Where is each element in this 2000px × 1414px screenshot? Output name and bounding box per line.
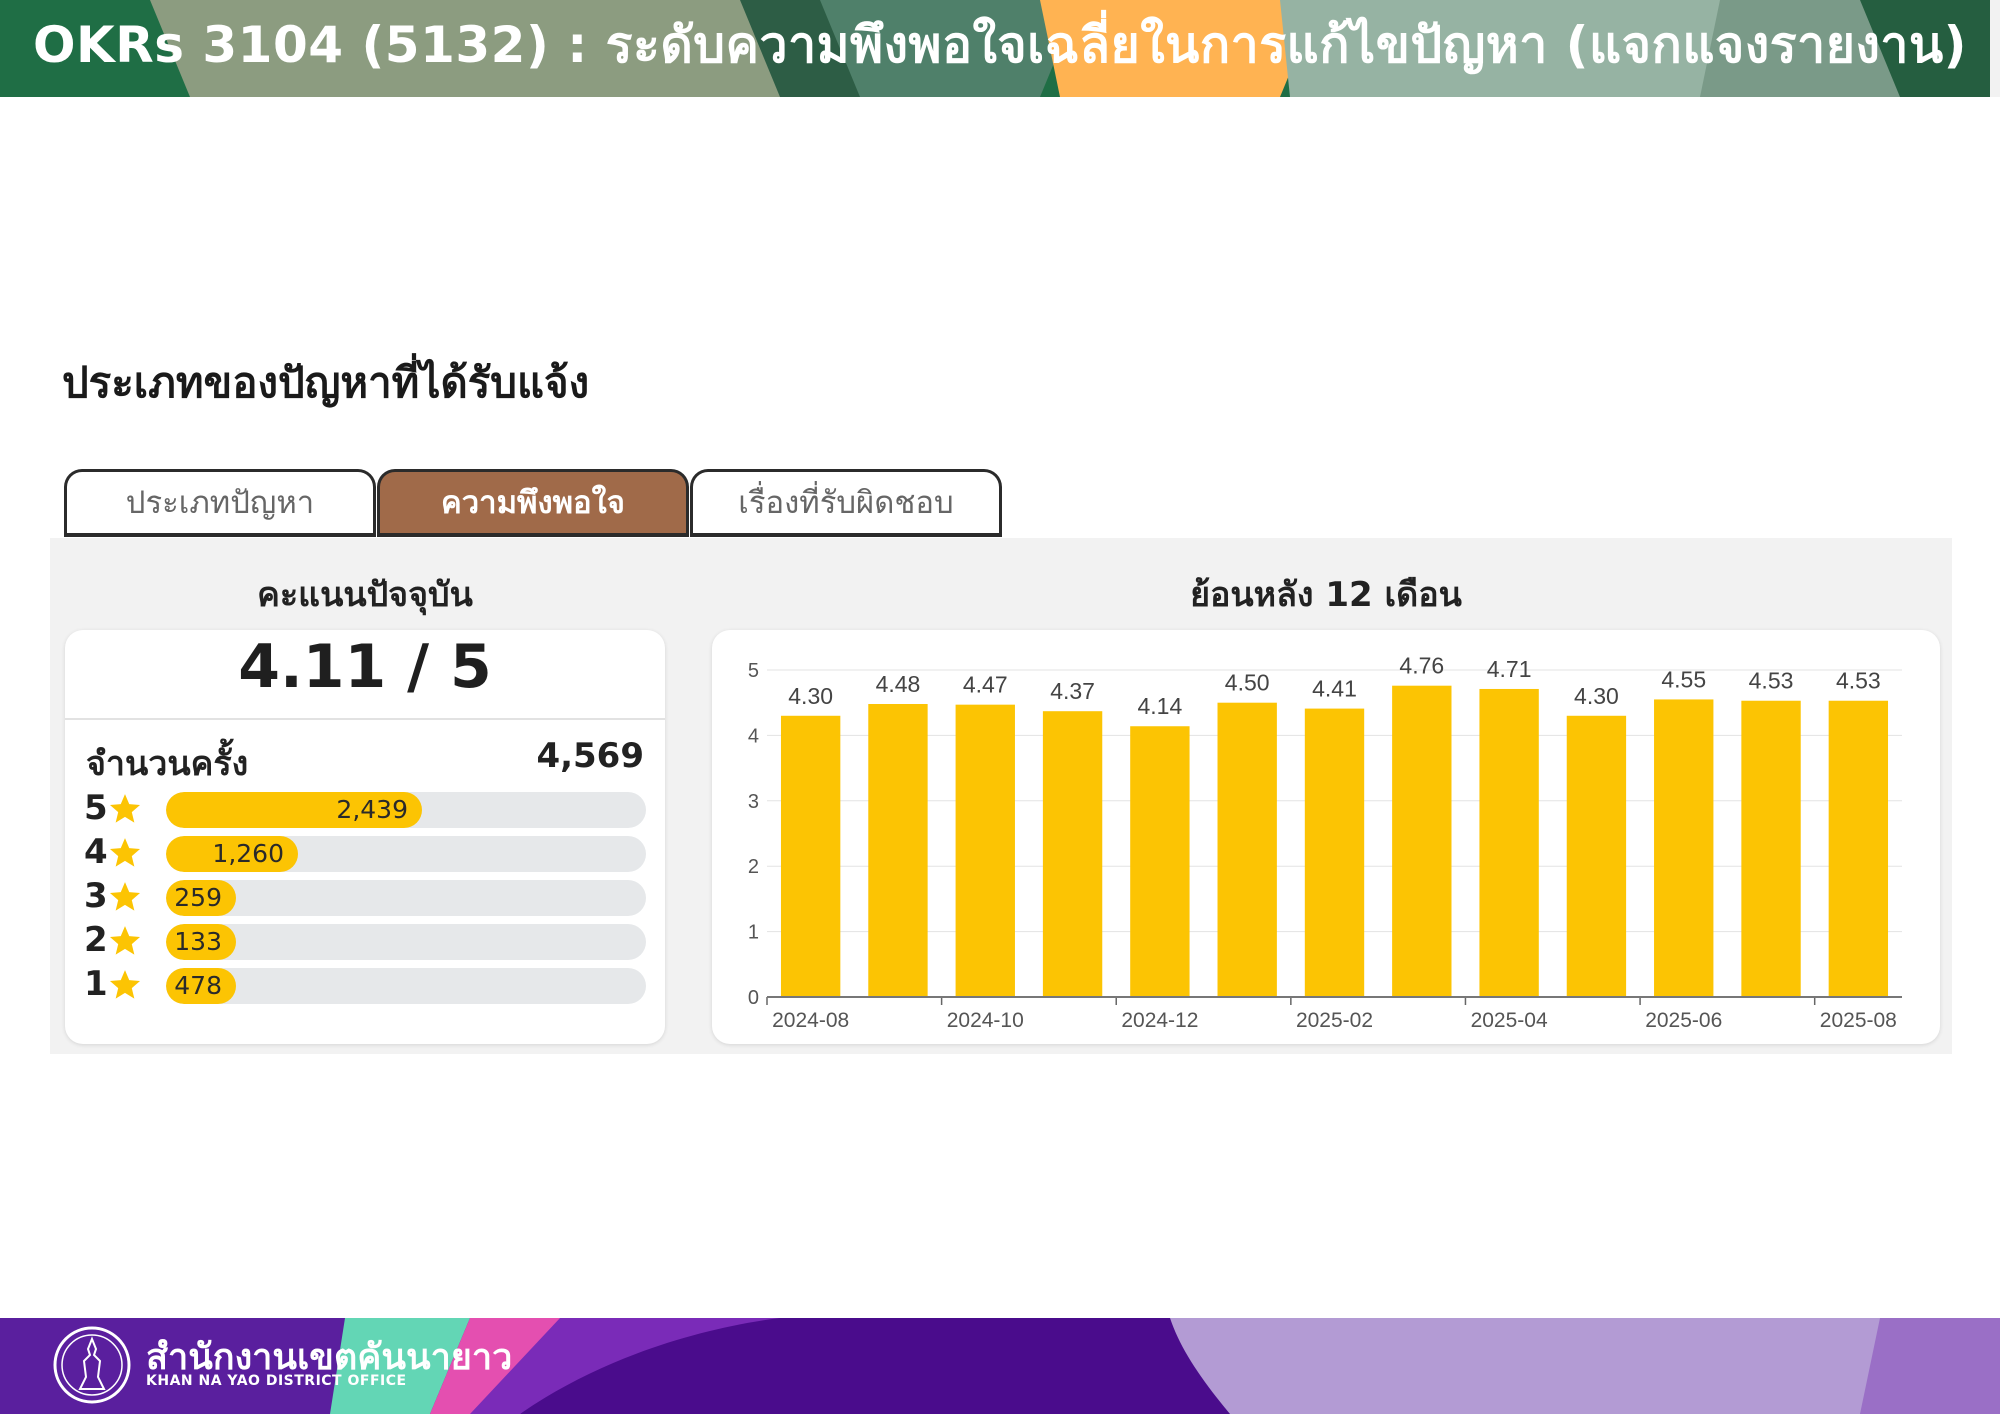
x-tick-label: 2025-02 — [1296, 1009, 1373, 1032]
y-tick-label: 2 — [748, 856, 759, 878]
history-title: ย้อนหลัง 12 เดือน — [1190, 575, 1462, 615]
bar-value-label: 4.76 — [1399, 653, 1444, 679]
history-bar-chart: 0 1 2 3 4 5 4.30 2024-08 4.48 4.47 2024-10 4.37 4.14… — [748, 653, 1902, 1032]
header-banner: OKRs 3104 (5132) : ระดับความพึงพอใจเฉลี่… — [0, 0, 2000, 97]
bar-value-label: 4.14 — [1138, 693, 1183, 719]
bar — [868, 704, 928, 997]
x-tick-label: 2024-12 — [1121, 1009, 1198, 1032]
district-seal-icon — [53, 1326, 131, 1404]
rating-stars-label: 1 — [84, 964, 108, 1004]
card-divider — [65, 718, 665, 720]
bar — [1479, 688, 1539, 997]
history-chart-card: 0 1 2 3 4 5 4.30 2024-08 4.48 4.47 2024-10 4.37 4.14… — [712, 630, 1940, 1044]
rating-row-1: 1 478 — [84, 964, 646, 1006]
bar — [1654, 699, 1714, 997]
rating-count: 2,439 — [336, 795, 408, 824]
y-tick-label: 1 — [748, 922, 759, 944]
bar-value-label: 4.48 — [876, 671, 921, 697]
rating-stars-label: 5 — [84, 788, 108, 828]
count-label: จำนวนครั้ง — [86, 744, 249, 784]
rating-bar-track: 2,439 — [166, 792, 646, 828]
bar-value-label: 4.30 — [1574, 683, 1619, 709]
star-icon — [109, 838, 141, 867]
star-icon — [109, 970, 141, 999]
page-title: OKRs 3104 (5132) : ระดับความพึงพอใจเฉลี่… — [32, 16, 1968, 74]
rating-bar-track: 478 — [166, 968, 646, 1004]
x-tick-label: 2024-10 — [947, 1009, 1024, 1032]
bar-value-label: 4.55 — [1661, 666, 1706, 692]
bar — [1217, 702, 1277, 997]
rating-row-3: 3 259 — [84, 876, 646, 918]
bar-value-label: 4.53 — [1836, 668, 1881, 694]
rating-bar-track: 133 — [166, 924, 646, 960]
star-icon — [109, 926, 141, 955]
bar-value-label: 4.50 — [1225, 670, 1270, 696]
bar — [1566, 715, 1627, 997]
bar-value-label: 4.30 — [788, 683, 833, 709]
current-score-title: คะแนนปัจจุบัน — [257, 575, 473, 615]
bar — [955, 704, 1015, 997]
rating-stars-label: 3 — [84, 876, 108, 916]
y-tick-label: 4 — [748, 725, 759, 747]
count-value: 4,569 — [536, 736, 644, 776]
bar — [1828, 700, 1889, 997]
bar-value-label: 4.37 — [1050, 678, 1095, 704]
current-score: 4.11 / 5 — [238, 632, 492, 702]
bar — [780, 715, 841, 997]
tab-problem-type[interactable]: ประเภทปัญหา — [64, 469, 376, 537]
y-tick-label: 5 — [748, 660, 759, 682]
rating-row-5: 5 2,439 — [84, 788, 646, 830]
x-tick-label: 2025-04 — [1471, 1009, 1548, 1032]
rating-row-2: 2 133 — [84, 920, 646, 962]
bar — [1130, 726, 1190, 997]
y-tick-label: 3 — [748, 791, 759, 813]
office-name-english: KHAN NA YAO DISTRICT OFFICE — [146, 1373, 407, 1389]
rating-count: 259 — [174, 883, 222, 912]
rating-count: 478 — [174, 971, 222, 1000]
bar-value-label: 4.47 — [963, 672, 1008, 698]
rating-row-4: 4 1,260 — [84, 832, 646, 874]
bar-value-label: 4.71 — [1487, 656, 1532, 682]
tab-responsible-matters[interactable]: เรื่องที่รับผิดชอบ — [690, 469, 1002, 537]
x-tick-label: 2025-08 — [1820, 1009, 1897, 1032]
bar — [1304, 708, 1365, 997]
tab-satisfaction[interactable]: ความพึงพอใจ — [377, 469, 689, 537]
rating-bar-track: 259 — [166, 880, 646, 916]
bar — [1042, 711, 1103, 997]
rating-stars-label: 2 — [84, 920, 108, 960]
bar — [1392, 685, 1452, 997]
bar — [1741, 700, 1801, 997]
y-tick-label: 0 — [748, 987, 759, 1009]
bar-value-label: 4.41 — [1312, 676, 1357, 702]
x-tick-label: 2024-08 — [772, 1009, 849, 1032]
rating-count: 1,260 — [212, 839, 284, 868]
x-tick-label: 2025-06 — [1645, 1009, 1722, 1032]
section-title: ประเภทของปัญหาที่ได้รับแจ้ง — [62, 358, 590, 407]
star-icon — [109, 794, 141, 823]
rating-count: 133 — [174, 927, 222, 956]
rating-bar-track: 1,260 — [166, 836, 646, 872]
bar-value-label: 4.53 — [1749, 668, 1794, 694]
star-icon — [109, 882, 141, 911]
rating-stars-label: 4 — [84, 832, 108, 872]
